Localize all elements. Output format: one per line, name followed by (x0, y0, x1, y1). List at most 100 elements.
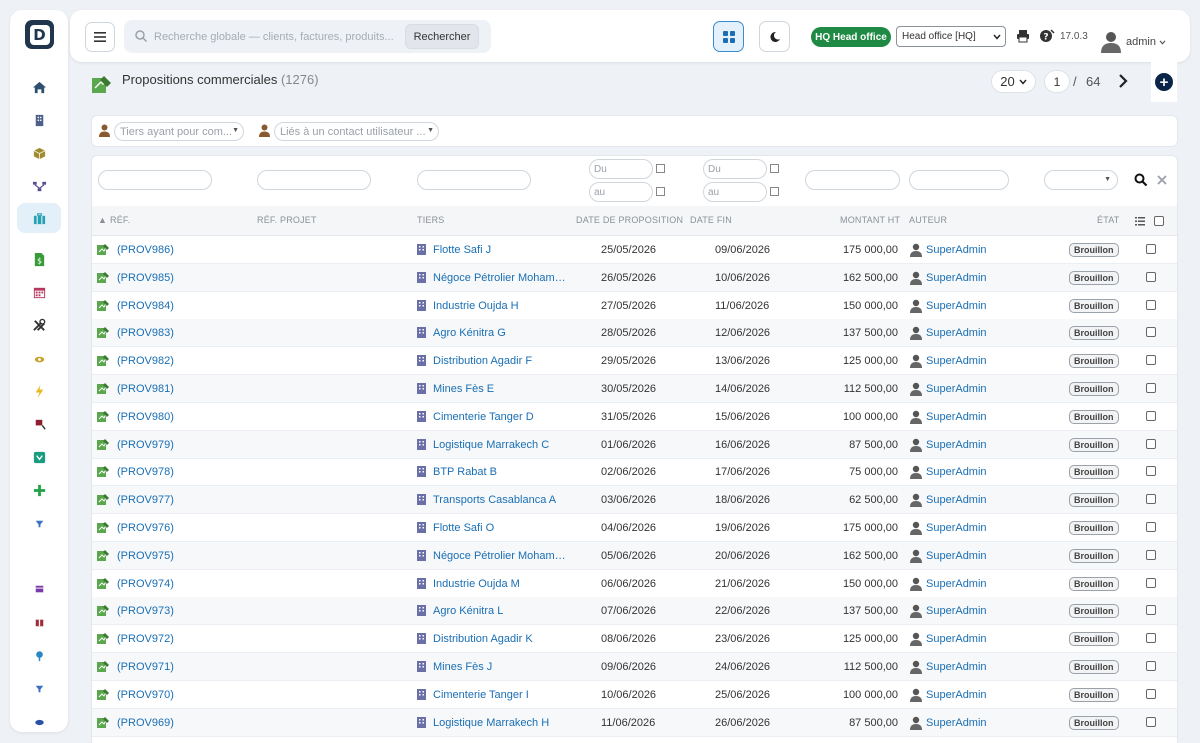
author-link[interactable]: SuperAdmin (926, 300, 987, 312)
help-icon[interactable]: ? (1039, 29, 1055, 43)
table-row[interactable]: (PROV982) Distribution Agadir F 29/05/2026… (92, 347, 1177, 376)
row-checkbox[interactable] (1146, 605, 1156, 616)
tiers-filter-select[interactable]: Tiers ayant pour com... ▼ (114, 122, 244, 141)
sidebar-item-security[interactable] (17, 442, 61, 472)
row-checkbox[interactable] (1146, 688, 1156, 699)
row-checkbox[interactable] (1146, 327, 1156, 338)
author-link[interactable]: SuperAdmin (926, 661, 987, 673)
filter-datefin-from-input[interactable]: Du (703, 159, 767, 179)
row-checkbox[interactable] (1146, 466, 1156, 477)
proposal-ref-link[interactable]: (PROV969) (117, 717, 174, 729)
filter-etat-select[interactable]: ▼ (1044, 170, 1118, 190)
select-all-checkbox[interactable] (1154, 216, 1164, 226)
sidebar-item-tools[interactable] (17, 310, 61, 340)
tiers-link[interactable]: Négoce Pétrolier Moham… (433, 272, 566, 284)
tiers-link[interactable]: Mines Fès J (433, 661, 492, 673)
author-link[interactable]: SuperAdmin (926, 439, 987, 451)
table-row[interactable]: (PROV970) Cimenterie Tanger I 10/06/2026 25… (92, 681, 1177, 709)
calendar-icon[interactable] (770, 187, 779, 196)
table-row[interactable]: (PROV986) Flotte Safi J 25/05/2026 09/06/20… (92, 236, 1177, 264)
filter-date-to-input[interactable]: au (589, 182, 653, 202)
proposal-ref-link[interactable]: (PROV979) (117, 439, 174, 451)
proposal-ref-link[interactable]: (PROV983) (117, 327, 174, 339)
col-auteur[interactable]: AUTEUR (909, 215, 947, 225)
calendar-icon[interactable] (656, 187, 665, 196)
calendar-icon[interactable] (656, 164, 665, 173)
table-row[interactable]: (PROV981) Mines Fès E 30/05/2026 14/06/2026… (92, 375, 1177, 403)
next-page-icon[interactable] (1116, 73, 1130, 89)
sidebar-item-energy[interactable] (17, 376, 61, 406)
dark-mode-button[interactable] (759, 21, 790, 52)
proposal-ref-link[interactable]: (PROV982) (117, 355, 174, 367)
current-page-input[interactable]: 1 (1044, 70, 1070, 93)
tiers-link[interactable]: Négoce Pétrolier Moham… (433, 550, 566, 562)
sidebar-item-calendar-small[interactable] (17, 574, 61, 604)
search-button[interactable]: Rechercher (405, 24, 479, 49)
proposal-ref-link[interactable]: (PROV971) (117, 661, 174, 673)
sidebar-item-gift[interactable] (17, 607, 61, 637)
row-checkbox[interactable] (1146, 244, 1156, 254)
avatar[interactable] (1100, 29, 1122, 53)
author-link[interactable]: SuperAdmin (926, 633, 987, 645)
sidebar-item-projects[interactable] (17, 171, 61, 201)
proposal-ref-link[interactable]: (PROV981) (117, 383, 174, 395)
row-checkbox[interactable] (1146, 299, 1156, 310)
tiers-link[interactable]: Flotte Safi J (433, 244, 491, 256)
table-row[interactable]: (PROV975) Négoce Pétrolier Moham… 05/06/20… (92, 541, 1177, 570)
tiers-link[interactable]: Industrie Oujda H (433, 300, 519, 312)
author-link[interactable]: SuperAdmin (926, 550, 987, 562)
tiers-link[interactable]: Distribution Agadir K (433, 633, 533, 645)
sidebar-item-flag[interactable] (17, 409, 61, 439)
table-row[interactable]: (PROV974) Industrie Oujda M 06/06/2026 21/0… (92, 570, 1177, 598)
author-link[interactable]: SuperAdmin (926, 272, 987, 284)
sidebar-item-cloud[interactable] (17, 706, 61, 736)
author-link[interactable]: SuperAdmin (926, 717, 987, 729)
filter-ref-input[interactable] (98, 170, 212, 190)
col-tiers[interactable]: TIERS (417, 215, 445, 225)
author-link[interactable]: SuperAdmin (926, 383, 987, 395)
close-icon[interactable] (1157, 175, 1167, 185)
filter-datefin-to-input[interactable]: au (703, 182, 767, 202)
row-checkbox[interactable] (1146, 271, 1156, 282)
col-etat[interactable]: ÉTAT (1097, 215, 1119, 225)
sidebar-item-agenda[interactable] (17, 277, 61, 307)
menu-toggle-button[interactable] (85, 22, 115, 52)
tiers-link[interactable]: Logistique Marrakech C (433, 439, 549, 451)
col-date-fin[interactable]: DATE FIN (690, 215, 732, 225)
proposal-ref-link[interactable]: (PROV974) (117, 578, 174, 590)
user-menu[interactable]: admin (1126, 36, 1166, 48)
tiers-link[interactable]: Logistique Marrakech H (433, 717, 549, 729)
sidebar-item-thirdparties[interactable] (17, 105, 61, 135)
table-row[interactable]: (PROV984) Industrie Oujda H 27/05/2026 11/0… (92, 292, 1177, 320)
tiers-link[interactable]: Industrie Oujda M (433, 578, 520, 590)
add-proposal-button[interactable]: + (1151, 62, 1177, 102)
sidebar-item-home[interactable] (17, 72, 61, 102)
tiers-link[interactable]: Distribution Agadir F (433, 355, 532, 367)
row-checkbox[interactable] (1146, 410, 1156, 421)
table-row[interactable]: (PROV971) Mines Fès J 09/06/2026 24/06/2026… (92, 653, 1177, 681)
row-checkbox[interactable] (1146, 577, 1156, 588)
apps-grid-button[interactable] (713, 21, 744, 52)
col-ref[interactable]: RÉF. (110, 215, 130, 225)
proposal-ref-link[interactable]: (PROV984) (117, 300, 174, 312)
sidebar-item-view[interactable] (17, 344, 61, 374)
proposal-ref-link[interactable]: (PROV972) (117, 633, 174, 645)
table-row[interactable]: (PROV969) Logistique Marrakech H 11/06/202… (92, 708, 1177, 737)
calendar-icon[interactable] (770, 164, 779, 173)
sidebar-item-products[interactable] (17, 138, 61, 168)
sort-asc-icon[interactable]: ▲ (98, 215, 107, 225)
search-icon[interactable] (1134, 173, 1148, 187)
author-link[interactable]: SuperAdmin (926, 605, 987, 617)
author-link[interactable]: SuperAdmin (926, 244, 987, 256)
author-link[interactable]: SuperAdmin (926, 689, 987, 701)
tiers-link[interactable]: Agro Kénitra L (433, 605, 503, 617)
filter-tiers-input[interactable] (417, 170, 531, 190)
sidebar-item-commercial[interactable] (17, 203, 61, 233)
app-logo[interactable]: D (25, 20, 54, 49)
sidebar-item-filter[interactable] (17, 508, 61, 538)
col-ref-projet[interactable]: RÉF. PROJET (257, 215, 317, 225)
proposal-ref-link[interactable]: (PROV976) (117, 522, 174, 534)
table-row[interactable]: (PROV979) Logistique Marrakech C 01/06/202… (92, 430, 1177, 459)
proposal-ref-link[interactable]: (PROV978) (117, 466, 174, 478)
author-link[interactable]: SuperAdmin (926, 578, 987, 590)
